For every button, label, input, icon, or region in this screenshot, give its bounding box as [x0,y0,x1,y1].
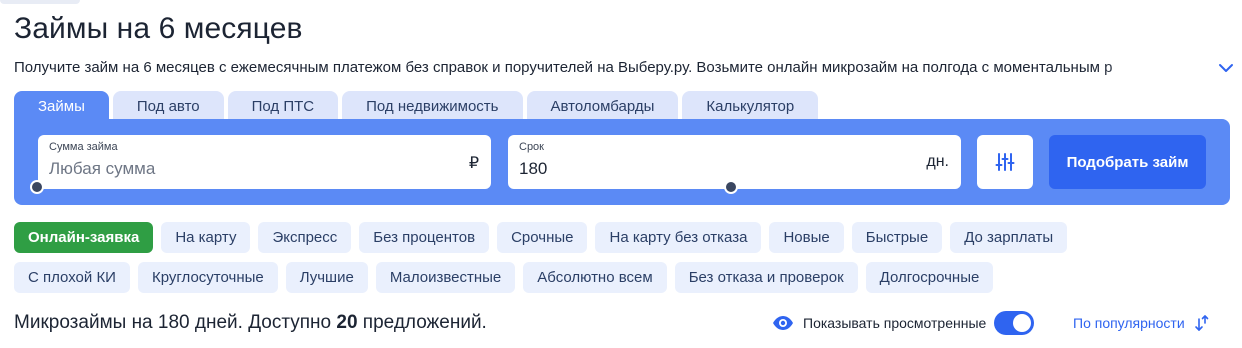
show-viewed-label: Показывать просмотренные [803,315,987,331]
tab-loans[interactable]: Займы [14,91,109,121]
chip-no-refusal-no-checks[interactable]: Без отказа и проверок [674,262,858,293]
results-prefix: Микрозаймы на 180 дней. Доступно [14,312,337,333]
description-row: Получите займ на 6 месяцев с ежемесячным… [14,59,1242,81]
chip-little-known[interactable]: Малоизвестные [375,262,516,293]
eye-icon [773,316,793,330]
chip-express[interactable]: Экспресс [258,222,352,253]
amount-slider-handle[interactable] [30,180,44,194]
filters-button[interactable] [977,135,1033,189]
chip-long-term[interactable]: Долгосрочные [865,262,994,293]
top-edge-decoration [0,0,80,4]
chip-online-application[interactable]: Онлайн-заявка [14,222,154,253]
chip-absolutely-everyone[interactable]: Абсолютно всем [523,262,667,293]
chip-urgent[interactable]: Срочные [497,222,588,253]
product-tabs: Займы Под авто Под ПТС Под недвижимость … [14,91,819,121]
sort-label[interactable]: По популярности [1073,315,1185,331]
show-viewed-toggle[interactable]: Показывать просмотренные [772,311,1035,335]
sort-control[interactable]: По популярности [1073,313,1210,333]
chevron-down-icon[interactable] [1217,59,1235,77]
page-title: Займы на 6 месяцев [14,12,303,45]
chip-to-card[interactable]: На карту [161,222,251,253]
chip-bad-credit[interactable]: С плохой КИ [14,262,130,293]
amount-field-label: Сумма займа [49,141,118,153]
sliders-icon [995,153,1015,171]
chip-new[interactable]: Новые [769,222,844,253]
sort-arrows-icon [1194,315,1208,331]
results-count: 20 [336,312,358,333]
switch-knob [1013,314,1032,332]
amount-field[interactable]: Сумма займа Любая сумма ₽ [30,135,491,194]
chip-no-interest[interactable]: Без процентов [359,222,490,253]
show-viewed-switch[interactable] [994,311,1035,335]
chip-24-7[interactable]: Круглосуточные [137,262,278,293]
tab-pts-loans[interactable]: Под ПТС [227,91,339,121]
chip-fast[interactable]: Быстрые [851,222,943,253]
tab-calculator[interactable]: Калькулятор [682,91,819,121]
ruble-sign: ₽ [468,155,479,172]
tab-car-loans[interactable]: Под авто [112,91,224,121]
page-description: Получите займ на 6 месяцев с ежемесячным… [14,59,1113,76]
days-unit: дн. [926,153,949,170]
results-suffix: предложений. [357,312,487,333]
loan-search-panel: Сумма займа Любая сумма ₽ Срок 180 дн. П… [14,119,1230,205]
chip-best[interactable]: Лучшие [285,262,368,293]
term-input[interactable]: 180 [519,159,547,179]
find-loan-button[interactable]: Подобрать займ [1049,135,1206,189]
term-field[interactable]: Срок 180 дн. [508,135,961,194]
tab-car-pawnshops[interactable]: Автоломбарды [526,91,679,121]
term-slider-handle[interactable] [724,180,738,194]
amount-input[interactable]: Любая сумма [49,159,155,179]
chip-card-no-refusal[interactable]: На карту без отказа [595,222,762,253]
chip-until-payday[interactable]: До зарплаты [950,222,1068,253]
quick-filters-row-2: С плохой КИ Круглосуточные Лучшие Малоиз… [14,262,1242,293]
term-field-label: Срок [519,141,544,153]
tab-real-estate-loans[interactable]: Под недвижимость [342,91,523,121]
results-summary: Микрозаймы на 180 дней. Доступно 20 пред… [14,312,487,334]
quick-filters-row-1: Онлайн-заявка На карту Экспресс Без проц… [14,222,1242,253]
